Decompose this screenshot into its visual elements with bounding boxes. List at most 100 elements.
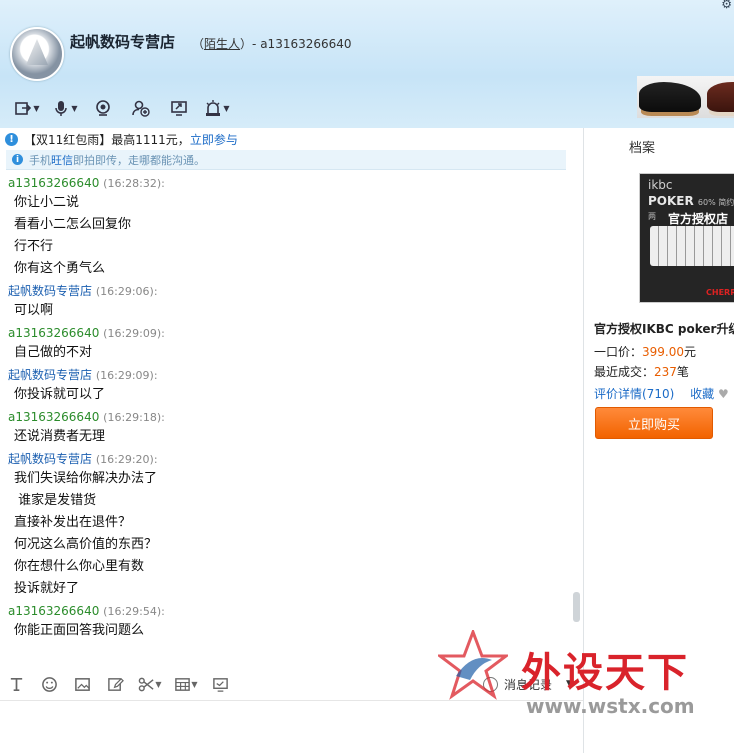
transfer-file-icon xyxy=(15,102,32,115)
chat-message: 起帆数码专营店 (16:29:06): 可以啊 xyxy=(0,283,575,322)
chat-message: a13163266640 (16:29:18): 还说消费者无理 xyxy=(0,409,575,448)
add-contact-button[interactable] xyxy=(122,96,160,120)
message-time: (16:29:54): xyxy=(103,605,165,618)
font-button[interactable] xyxy=(0,676,33,693)
buy-now-button[interactable]: 立即购买 xyxy=(595,407,713,439)
voice-button[interactable]: ▼ xyxy=(46,96,84,120)
product-auth-text: 官方授权店 xyxy=(668,212,729,226)
message-text: 你投诉就可以了 xyxy=(14,387,106,402)
promo-join-link[interactable]: 立即参与 xyxy=(190,131,238,148)
shop-name: 起帆数码专营店 xyxy=(70,33,176,51)
message-text: 你在想什么你心里有数 xyxy=(14,559,145,574)
recent-sales: 最近成交：237笔 xyxy=(594,365,689,379)
message-text: 可以啊 xyxy=(14,303,54,318)
sender-name[interactable]: a13163266640 xyxy=(8,410,99,424)
sender-name[interactable]: 起帆数码专营店 xyxy=(8,284,92,298)
image-button[interactable] xyxy=(66,676,99,693)
sender-name[interactable]: 起帆数码专营店 xyxy=(8,452,92,466)
tab-archive[interactable]: 档案 xyxy=(629,137,655,156)
switch-brand: CHERRY xyxy=(706,288,734,297)
info-icon: ! xyxy=(5,133,18,146)
chevron-down-icon: ▼ xyxy=(223,103,230,113)
message-time: (16:28:32): xyxy=(103,177,165,190)
message-text: 投诉就好了 xyxy=(14,581,80,596)
message-time: (16:29:09): xyxy=(103,327,165,340)
shoe-ad-image[interactable] xyxy=(637,76,734,118)
contact-subtitle: （陌生人）- a13163266640 xyxy=(192,37,352,51)
chat-message: a13163266640 (16:28:32): 你让小二说看看小二怎么回复你 行不… xyxy=(0,175,575,280)
sender-name[interactable]: a13163266640 xyxy=(8,604,99,618)
message-text: 你能正面回答我问题么 xyxy=(14,623,145,638)
emoji-button[interactable] xyxy=(33,676,66,693)
sender-name[interactable]: a13163266640 xyxy=(8,326,99,340)
promo-bar: ! 【双11红包雨】最高1111元， 立即参与 xyxy=(0,129,583,150)
customer-id: a13163266640 xyxy=(260,37,352,51)
message-sender-line: 起帆数码专营店 (16:29:06): xyxy=(8,283,575,300)
product-name[interactable]: 官方授权IKBC poker升级 xyxy=(594,320,734,337)
webcam-icon xyxy=(96,100,110,116)
add-contact-icon xyxy=(132,100,150,117)
message-text: 看看小二怎么回复你 xyxy=(14,217,132,232)
message-time: (16:29:20): xyxy=(95,453,158,466)
screenshot-button[interactable]: ▼ xyxy=(132,676,168,693)
message-sender-line: a13163266640 (16:29:09): xyxy=(8,325,575,342)
chat-header: 起帆数码专营店 （陌生人）- a13163266640 ⚙ ▼ ▼ ▼ xyxy=(0,0,734,128)
edit-button[interactable] xyxy=(99,676,132,693)
chat-history[interactable]: a13163266640 (16:28:32): 你让小二说看看小二怎么回复你 行不… xyxy=(0,172,575,662)
mobile-notice: i 手机 旺信 即拍即传，走哪都能沟通。 xyxy=(6,150,566,170)
calculator-icon xyxy=(175,677,191,691)
message-text: 自己做的不对 xyxy=(14,345,93,360)
emoji-icon xyxy=(42,676,57,692)
wangxin-link[interactable]: 旺信 xyxy=(51,152,73,168)
chat-message: 起帆数码专营店 (16:29:09): 你投诉就可以了 xyxy=(0,367,575,406)
font-icon xyxy=(10,677,23,691)
chat-message: a13163266640 (16:29:09): 自己做的不对 xyxy=(0,325,575,364)
message-text: 还说消费者无理 xyxy=(14,429,106,444)
message-sender-line: 起帆数码专营店 (16:29:09): xyxy=(8,367,575,384)
transfer-file-button[interactable]: ▼ xyxy=(8,96,46,120)
screen-share-icon xyxy=(171,101,187,116)
image-icon xyxy=(75,677,90,691)
remote-button[interactable] xyxy=(204,676,237,693)
favorite-link[interactable]: 收藏 xyxy=(690,387,714,401)
review-details-link[interactable]: 评价详情(710) xyxy=(594,387,674,401)
chat-scrollbar-thumb[interactable] xyxy=(573,592,580,622)
microphone-icon xyxy=(55,101,68,116)
message-text: 行不行 xyxy=(14,239,54,254)
shop-avatar[interactable] xyxy=(10,27,64,81)
chevron-down-icon: ▼ xyxy=(191,679,198,689)
relation-link[interactable]: 陌生人 xyxy=(204,37,240,51)
message-text: 何况这么高价值的东西？ xyxy=(14,537,158,552)
message-text: 谁家是发错货 xyxy=(14,493,97,508)
message-history-button[interactable]: 消息记录 xyxy=(483,676,552,693)
message-history-label: 消息记录 xyxy=(504,678,553,692)
chevron-down-icon: ▼ xyxy=(71,103,78,113)
remote-assist-button[interactable]: ▼ xyxy=(198,96,236,120)
info-icon: i xyxy=(12,154,23,165)
message-sender-line: 起帆数码专营店 (16:29:20): xyxy=(8,451,575,468)
monitor-icon xyxy=(213,677,228,692)
screen-share-button[interactable] xyxy=(160,96,198,120)
video-button[interactable] xyxy=(84,96,122,120)
message-sender-line: a13163266640 (16:28:32): xyxy=(8,175,575,192)
scissors-icon xyxy=(139,677,154,691)
sender-name[interactable]: 起帆数码专营店 xyxy=(8,368,92,382)
chat-message: a13163266640 (16:29:54): 你能正面回答我问题么 xyxy=(0,603,575,642)
message-text: 你让小二说 xyxy=(14,195,80,210)
product-image[interactable]: ikbc POKER 60% 简约两 官方授权店 CHERRY xyxy=(639,173,734,303)
message-text: 我们失误给你解决办法了 xyxy=(14,471,158,486)
heart-icon[interactable]: ♥ xyxy=(718,387,729,401)
message-time: (16:29:18): xyxy=(103,411,165,424)
edit-icon xyxy=(108,677,124,691)
keyboard-picture xyxy=(650,226,734,266)
calculator-button[interactable]: ▼ xyxy=(168,676,204,693)
message-text: 直接补发出在退件？ xyxy=(14,515,132,530)
chevron-down-icon[interactable]: ▼ xyxy=(566,679,573,689)
message-text: 你有这个勇气么 xyxy=(14,261,106,276)
message-time: (16:29:06): xyxy=(95,285,158,298)
settings-gear-icon[interactable]: ⚙ xyxy=(721,0,732,11)
chevron-down-icon: ▼ xyxy=(33,103,40,113)
message-input[interactable] xyxy=(0,700,583,754)
sender-name[interactable]: a13163266640 xyxy=(8,176,99,190)
chat-toolbar: ▼ ▼ ▼ xyxy=(8,96,236,122)
